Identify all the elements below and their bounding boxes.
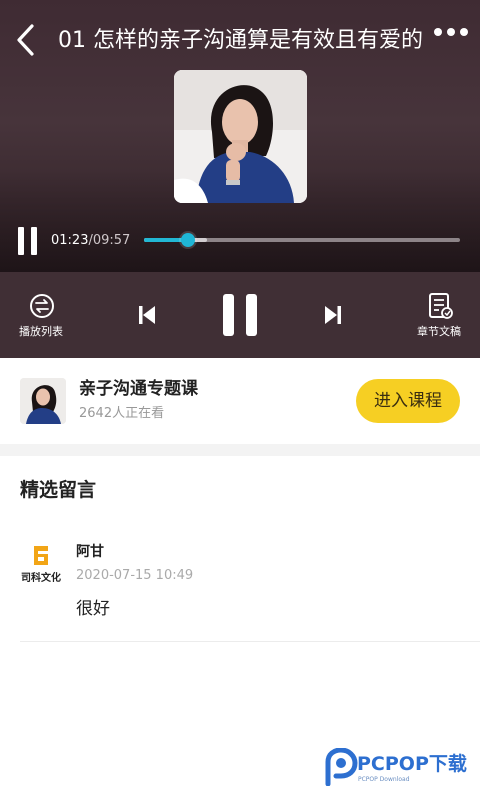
watermark-sub: PCPOP Download [358, 776, 410, 783]
previous-track-button[interactable] [134, 302, 160, 328]
playback-time: 01:23/09:57 [51, 231, 130, 251]
back-arrow-icon [17, 24, 34, 56]
course-title: 亲子沟通专题课 [79, 379, 198, 399]
transcript-button[interactable]: 章节文稿 [409, 292, 469, 344]
more-options-button[interactable] [432, 22, 472, 42]
watermark: PCPOP下载 PCPOP Download [324, 746, 474, 790]
document-icon [429, 293, 453, 319]
transcript-label: 章节文稿 [417, 325, 461, 338]
watermark-brand: PCPOP下载 [357, 753, 467, 775]
enter-course-button[interactable]: 进入课程 [356, 379, 460, 423]
next-track-button[interactable] [320, 302, 346, 328]
pcpop-logo-icon [325, 748, 358, 786]
progress-thumb[interactable] [180, 233, 195, 247]
comment-author: 阿甘 [76, 544, 104, 560]
total-time: 09:57 [92, 233, 131, 248]
avatar-logo-text: 司科文化 [21, 571, 61, 584]
current-time: 01:23 [51, 233, 89, 248]
avatar[interactable]: 司科文化 [18, 543, 64, 587]
pause-small-button[interactable] [16, 227, 40, 255]
album-cover-image [174, 70, 307, 203]
progress-slider[interactable] [144, 232, 460, 248]
playlist-button[interactable]: 播放列表 [11, 292, 71, 344]
viewer-count: 2642人正在看 [79, 406, 165, 421]
playlist-loop-icon [30, 294, 54, 318]
comment-text: 很好 [76, 599, 110, 619]
comment-time: 2020-07-15 10:49 [76, 568, 194, 583]
audio-player-header: 01 怎样的亲子沟通算是有效且有爱的 01:23/09:57 [0, 0, 480, 272]
comment-divider [20, 641, 480, 642]
track-title: 01 怎样的亲子沟通算是有效且有爱的 [58, 28, 423, 53]
playlist-label: 播放列表 [19, 325, 63, 338]
skip-next-icon [325, 306, 341, 324]
skip-previous-icon [139, 306, 155, 324]
section-divider [0, 444, 480, 456]
comments-section-title: 精选留言 [20, 479, 97, 501]
back-button[interactable] [12, 20, 42, 60]
course-card[interactable]: 亲子沟通专题课 2642人正在看 进入课程 [0, 358, 480, 444]
player-controls-bar: 播放列表 章节文稿 [0, 272, 480, 358]
pause-button[interactable] [220, 294, 260, 338]
course-thumbnail [20, 378, 66, 424]
